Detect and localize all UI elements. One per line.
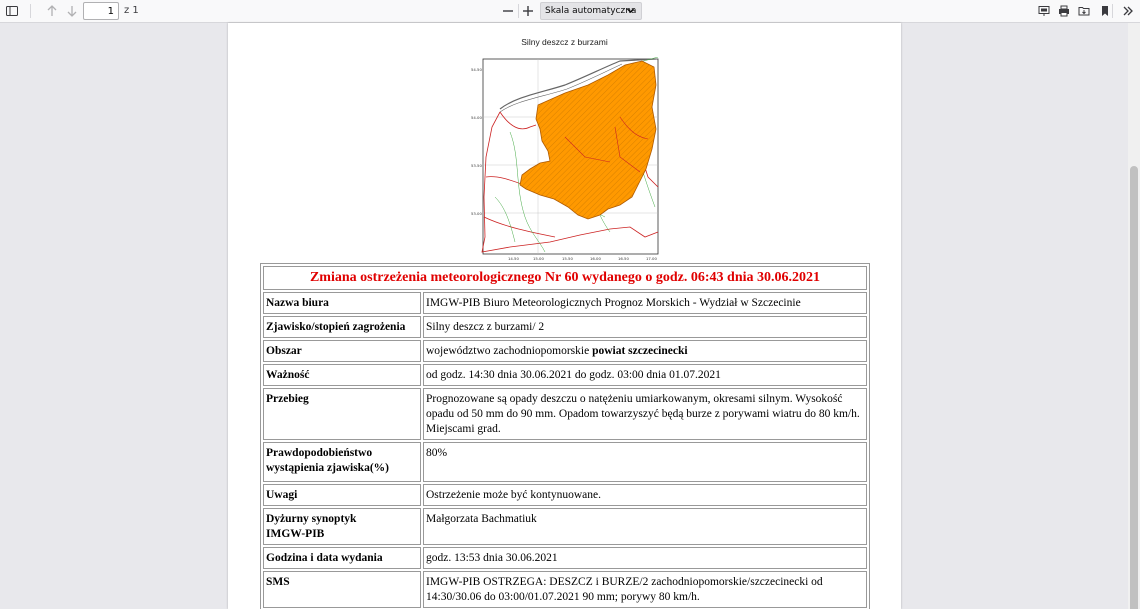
row-label: Obszar [263,340,421,362]
vertical-scrollbar[interactable] [1128,23,1140,609]
area-region: województwo zachodniopomorskie [426,345,593,357]
open-folder-icon[interactable] [1074,2,1094,20]
lon-label: 14.50 [508,256,519,261]
toolbar-separator [1112,4,1113,18]
row-value: województwo zachodniopomorskie powiat sz… [423,340,867,362]
row-value: godz. 13:53 dnia 30.06.2021 [423,547,867,569]
lon-label: 16.50 [618,256,629,261]
row-label: Godzina i data wydania [263,547,421,569]
lon-label: 15.00 [533,256,544,261]
table-row: SMS IMGW-PIB OSTRZEGA: DESZCZ i BURZE/2 … [263,571,867,608]
row-label: Przebieg [263,388,421,440]
page-number-input[interactable] [83,2,119,20]
lat-label: 54.00 [471,115,482,120]
table-row: Nazwa biura IMGW-PIB Biuro Meteorologicz… [263,292,867,314]
warning-map-svg: 54.50 54.00 53.50 53.00 14.50 15.00 15.5… [470,56,662,262]
row-value: Małgorzata Bachmatiuk [423,508,867,545]
lon-label: 16.00 [590,256,601,261]
more-tools-icon[interactable] [1118,2,1138,20]
area-county: powiat szczecinecki [592,345,688,357]
row-value: 80% [423,442,867,482]
lon-label: 15.50 [562,256,573,261]
warning-map: 54.50 54.00 53.50 53.00 14.50 15.00 15.5… [470,56,662,262]
row-label: Uwagi [263,484,421,506]
lon-label: 17.00 [646,256,657,261]
plus-icon[interactable] [518,2,538,20]
forecaster-label-line: IMGW-PIB [266,528,325,540]
row-value: Ostrzeżenie może być kontynuowane. [423,484,867,506]
map-title: Silny deszcz z burzami [521,37,608,47]
pdf-page: Silny deszcz z burzami 54.50 54.00 53.50… [228,23,901,609]
minus-icon[interactable] [498,2,518,20]
row-label: Prawdopodobieństwo wystąpienia zjawiska(… [263,442,421,482]
warning-table: Zmiana ostrzeżenia meteorologicznego Nr … [260,263,870,609]
table-row: Zmiana ostrzeżenia meteorologicznego Nr … [263,266,867,290]
table-row: Przebieg Prognozowane są opady deszczu o… [263,388,867,440]
row-value: IMGW-PIB Biuro Meteorologicznych Prognoz… [423,292,867,314]
row-label: Zjawisko/stopień zagrożenia [263,316,421,338]
sidebar-toggle-icon[interactable] [2,2,22,20]
forecaster-label-line: Dyżurny synoptyk [266,513,357,525]
toolbar-separator [30,4,31,18]
row-label: Dyżurny synoptyk IMGW-PIB [263,508,421,545]
arrow-up-icon[interactable] [42,2,62,20]
table-row: Godzina i data wydania godz. 13:53 dnia … [263,547,867,569]
table-row: Prawdopodobieństwo wystąpienia zjawiska(… [263,442,867,482]
lat-label: 53.50 [471,163,482,168]
chevron-down-icon [626,6,635,18]
row-value: Prognozowane są opady deszczu o natężeni… [423,388,867,440]
row-value: IMGW-PIB OSTRZEGA: DESZCZ i BURZE/2 zach… [423,571,867,608]
lat-label: 53.00 [471,211,482,216]
row-label: Nazwa biura [263,292,421,314]
arrow-down-icon[interactable] [62,2,82,20]
row-value: od godz. 14:30 dnia 30.06.2021 do godz. … [423,364,867,386]
zoom-select[interactable]: Skala automatyczna [540,2,642,20]
page-count: z 1 [124,5,139,16]
table-row: Zjawisko/stopień zagrożenia Silny deszcz… [263,316,867,338]
row-label: Ważność [263,364,421,386]
warning-header: Zmiana ostrzeżenia meteorologicznego Nr … [263,266,867,290]
scrollbar-thumb[interactable] [1130,166,1138,609]
zoom-select-label: Skala automatyczna [545,6,637,16]
lat-label: 54.50 [471,67,482,72]
print-icon[interactable] [1054,2,1074,20]
pdf-toolbar: z 1 Skala automatyczna [0,0,1140,23]
table-row: Dyżurny synoptyk IMGW-PIB Małgorzata Bach… [263,508,867,545]
row-value: Silny deszcz z burzami/ 2 [423,316,867,338]
table-row: Ważność od godz. 14:30 dnia 30.06.2021 d… [263,364,867,386]
row-label: SMS [263,571,421,608]
table-row: Uwagi Ostrzeżenie może być kontynuowane. [263,484,867,506]
presentation-icon[interactable] [1034,2,1054,20]
table-row: Obszar województwo zachodniopomorskie po… [263,340,867,362]
